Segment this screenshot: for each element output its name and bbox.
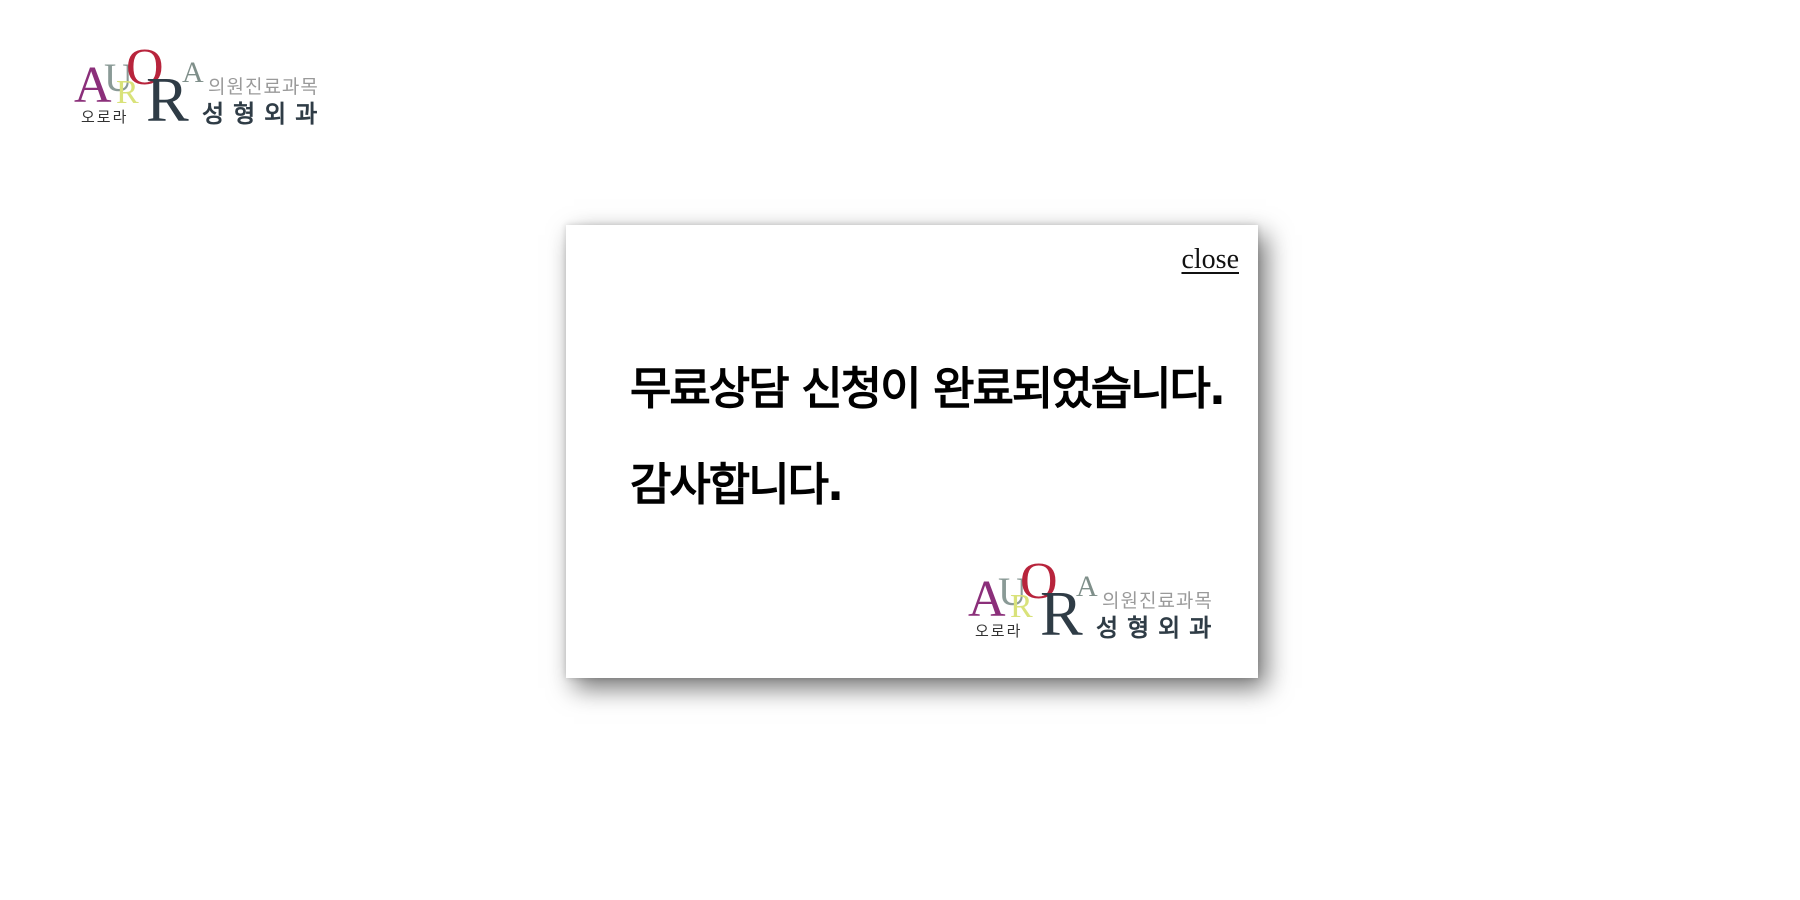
completion-message: 무료상담 신청이 완료되었습니다. xyxy=(630,362,1226,415)
logo-letter-a-small: A xyxy=(1076,570,1098,603)
logo-letter-a-small: A xyxy=(182,56,204,89)
confirmation-modal: close 무료상담 신청이 완료되었습니다. 감사합니다. A U R O R… xyxy=(566,225,1258,678)
aurora-logo: A U R O R A 오로라 의원진료과목 성형외과 xyxy=(74,42,354,138)
modal-aurora-logo: A U R O R A 오로라 의원진료과목 성형외과 xyxy=(968,556,1248,652)
thanks-message: 감사합니다. xyxy=(630,458,844,511)
logo-korean-title: 성형외과 xyxy=(202,100,327,128)
logo-korean-name: 오로라 xyxy=(975,622,1023,640)
close-link[interactable]: close xyxy=(1181,244,1239,276)
logo-korean-title: 성형외과 xyxy=(1096,614,1221,642)
logo-korean-name: 오로라 xyxy=(81,108,129,126)
